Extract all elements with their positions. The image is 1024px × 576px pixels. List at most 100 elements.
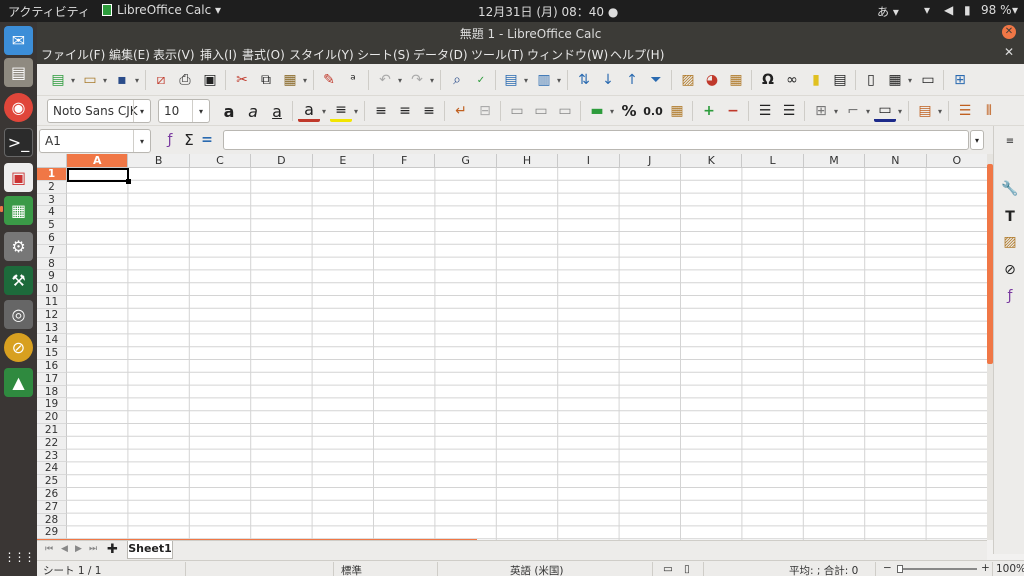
border-style-icon[interactable]: ⌐ bbox=[842, 100, 864, 122]
row-header[interactable]: 12 bbox=[37, 308, 67, 322]
borders-icon[interactable]: ⊞ bbox=[810, 100, 832, 122]
page-style[interactable]: 標準 bbox=[341, 563, 362, 576]
expand-formula-bar-icon[interactable]: ▾ bbox=[970, 130, 984, 150]
row-header[interactable]: 27 bbox=[37, 500, 67, 514]
menu-view[interactable]: 表示(V) bbox=[153, 46, 195, 63]
properties-wrench-icon[interactable]: 🔧 bbox=[999, 178, 1021, 200]
delete-decimal-place-icon[interactable]: − bbox=[722, 100, 744, 122]
next-sheet-icon[interactable]: ▶ bbox=[75, 544, 82, 554]
column-header[interactable]: L bbox=[742, 154, 804, 168]
column-dropdown-icon[interactable]: ▾ bbox=[555, 69, 563, 91]
selection-mode-icon[interactable]: ▭ bbox=[663, 563, 673, 575]
sidebar-menu-icon[interactable]: ≡ bbox=[999, 130, 1021, 152]
window-titlebar[interactable]: 無題 1 - LibreOffice Calc ✕ bbox=[37, 22, 1024, 42]
column-header[interactable]: D bbox=[251, 154, 313, 168]
settings-icon[interactable]: ⚙ bbox=[4, 232, 33, 261]
formula-icon[interactable]: = bbox=[196, 129, 218, 151]
align-right-icon[interactable]: ≡ bbox=[418, 100, 440, 122]
center-vertically-icon[interactable]: ▭ bbox=[530, 100, 552, 122]
column-header[interactable]: M bbox=[803, 154, 866, 168]
bold-icon[interactable]: a bbox=[218, 100, 240, 122]
row-header[interactable]: 1 bbox=[37, 168, 67, 181]
volume-icon[interactable]: ◀ bbox=[944, 3, 953, 17]
zoom-level[interactable]: 100% bbox=[996, 563, 1024, 575]
row-header[interactable]: 26 bbox=[37, 488, 67, 501]
menu-sheet[interactable]: シート(S) bbox=[357, 46, 410, 63]
row-icon[interactable]: ▤ bbox=[500, 69, 522, 91]
percent-format-icon[interactable]: % bbox=[618, 100, 640, 122]
number-format-icon[interactable]: 0.0 bbox=[642, 100, 664, 122]
undo-dropdown-icon[interactable]: ▾ bbox=[396, 69, 404, 91]
menu-file[interactable]: ファイル(F) bbox=[41, 46, 105, 63]
add-sheet-icon[interactable]: ✚ bbox=[107, 542, 118, 557]
menu-edit[interactable]: 編集(E) bbox=[109, 46, 150, 63]
open-folder-icon[interactable]: ▭ bbox=[79, 69, 101, 91]
menu-data[interactable]: データ(D) bbox=[413, 46, 468, 63]
spreadsheet-grid[interactable]: ABCDEFGHIJKLMNO 1 2 3 4 5 6 7 8 9 10 11 12 13 14 15 16 1… bbox=[37, 154, 987, 540]
row-header[interactable]: 5 bbox=[37, 219, 67, 232]
row-dropdown-icon[interactable]: ▾ bbox=[522, 69, 530, 91]
freeze-dropdown-icon[interactable]: ▾ bbox=[906, 69, 914, 91]
column-header[interactable]: F bbox=[374, 154, 436, 168]
undo-icon[interactable]: ↶ bbox=[374, 69, 396, 91]
sort-icon[interactable]: ⇅ bbox=[573, 69, 595, 91]
selected-cell-cursor[interactable] bbox=[67, 168, 129, 182]
save-dropdown-icon[interactable]: ▾ bbox=[133, 69, 141, 91]
row-header[interactable]: 10 bbox=[37, 283, 67, 296]
insert-image-icon[interactable]: ▨ bbox=[677, 69, 699, 91]
export-pdf-icon[interactable]: ⧄ bbox=[150, 69, 172, 91]
clear-formatting-icon[interactable]: ᵃ bbox=[342, 69, 364, 91]
find-replace-icon[interactable]: ⌕ bbox=[446, 69, 468, 91]
align-center-icon[interactable]: ≡ bbox=[394, 100, 416, 122]
new-dropdown-icon[interactable]: ▾ bbox=[69, 69, 77, 91]
cut-icon[interactable]: ✂ bbox=[231, 69, 253, 91]
zoom-out-icon[interactable]: − bbox=[883, 562, 892, 574]
clock[interactable]: 12月31日 (月) 08：40 ● bbox=[478, 3, 618, 20]
ubuntu-software-icon[interactable]: ⊘ bbox=[4, 333, 33, 362]
column-header[interactable]: N bbox=[865, 154, 927, 168]
headers-footers-icon[interactable]: ▤ bbox=[829, 69, 851, 91]
row-header[interactable]: 3 bbox=[37, 193, 67, 207]
row-header[interactable]: 13 bbox=[37, 321, 67, 335]
copy-icon[interactable]: ⧉ bbox=[255, 69, 277, 91]
hyperlink-icon[interactable]: ∞ bbox=[781, 69, 803, 91]
define-print-area-icon[interactable]: ▯ bbox=[860, 69, 882, 91]
currency-format-icon[interactable]: ▬ bbox=[586, 100, 608, 122]
row-header[interactable]: 16 bbox=[37, 360, 67, 373]
terminal-icon[interactable]: >_ bbox=[4, 128, 33, 157]
menu-insert[interactable]: 挿入(I) bbox=[200, 46, 237, 63]
chrome-icon[interactable]: ◉ bbox=[4, 93, 33, 122]
insert-chart-icon[interactable]: ◕ bbox=[701, 69, 723, 91]
row-header[interactable]: 8 bbox=[37, 257, 67, 271]
column-header[interactable]: E bbox=[312, 154, 374, 168]
column-header[interactable]: B bbox=[128, 154, 190, 168]
row-header[interactable]: 24 bbox=[37, 462, 67, 476]
redo-dropdown-icon[interactable]: ▾ bbox=[428, 69, 436, 91]
column-header[interactable]: G bbox=[435, 154, 497, 168]
functions-icon[interactable]: ƒ bbox=[999, 285, 1021, 307]
column-header[interactable]: C bbox=[189, 154, 252, 168]
navigator-icon[interactable]: ⊘ bbox=[999, 259, 1021, 281]
italic-icon[interactable]: a bbox=[242, 100, 264, 122]
row-header[interactable]: 21 bbox=[37, 424, 67, 437]
align-bottom-icon[interactable]: ▭ bbox=[554, 100, 576, 122]
zoom-slider-knob[interactable] bbox=[897, 565, 903, 573]
row-header[interactable]: 19 bbox=[37, 398, 67, 412]
font-size-dropdown-icon[interactable]: ▾ bbox=[192, 100, 209, 122]
row-header[interactable]: 22 bbox=[37, 436, 67, 450]
open-dropdown-icon[interactable]: ▾ bbox=[101, 69, 109, 91]
highlight-dropdown-icon[interactable]: ▾ bbox=[352, 100, 360, 122]
row-header[interactable]: 11 bbox=[37, 296, 67, 309]
new-document-icon[interactable]: ▤ bbox=[47, 69, 69, 91]
font-color-icon[interactable]: a bbox=[298, 100, 320, 122]
paste-dropdown-icon[interactable]: ▾ bbox=[301, 69, 309, 91]
align-top-icon[interactable]: ▭ bbox=[506, 100, 528, 122]
show-applications-icon[interactable]: ⋮⋮⋮ bbox=[4, 542, 36, 571]
toggle-row-icon[interactable]: ☰ bbox=[954, 100, 976, 122]
disk-icon[interactable]: ◎ bbox=[4, 300, 33, 329]
split-window-icon[interactable]: ▭ bbox=[917, 69, 939, 91]
font-color-dropdown-icon[interactable]: ▾ bbox=[320, 100, 328, 122]
redo-icon[interactable]: ↷ bbox=[406, 69, 428, 91]
close-document-icon[interactable]: ✕ bbox=[1004, 45, 1014, 59]
select-all-corner[interactable] bbox=[37, 154, 67, 168]
